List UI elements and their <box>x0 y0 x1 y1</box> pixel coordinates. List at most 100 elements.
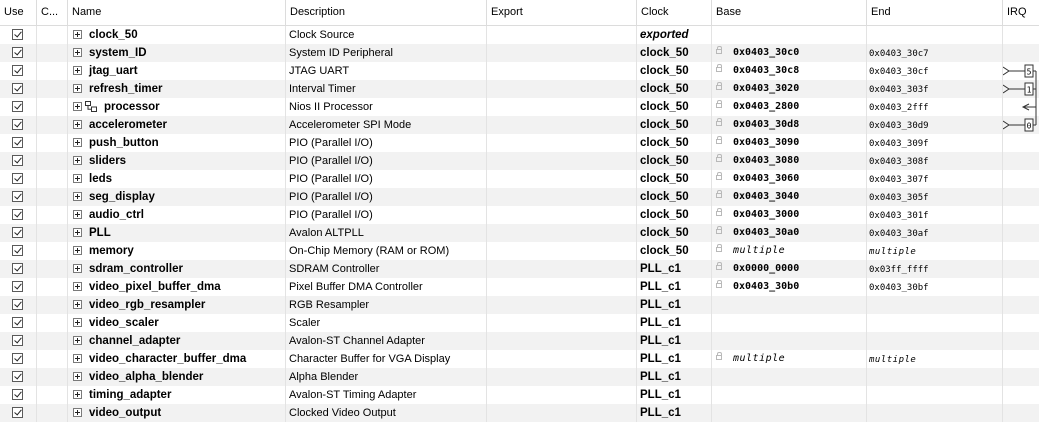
expand-plus-icon[interactable] <box>73 30 82 39</box>
base-cell[interactable]: 0x0403_3090 <box>712 134 867 152</box>
table-row[interactable]: push_button PIO (Parallel I/O) clock_50 0x0… <box>0 134 1039 152</box>
expand-plus-icon[interactable] <box>73 408 82 417</box>
expand-plus-icon[interactable] <box>73 120 82 129</box>
lock-icon[interactable] <box>716 190 722 198</box>
base-cell[interactable]: 0x0403_3000 <box>712 206 867 224</box>
table-row[interactable]: leds PIO (Parallel I/O) clock_50 0x0403_306… <box>0 170 1039 188</box>
export-cell[interactable] <box>487 152 637 170</box>
clock-cell[interactable]: PLL_c1 <box>637 260 712 278</box>
column-header-export[interactable]: Export <box>487 0 637 25</box>
irq-cell[interactable]: 1 <box>1003 80 1039 98</box>
export-cell[interactable] <box>487 80 637 98</box>
table-row[interactable]: video_character_buffer_dma Character Buff… <box>0 350 1039 368</box>
expand-plus-icon[interactable] <box>73 174 82 183</box>
use-checkbox[interactable] <box>12 299 23 310</box>
clock-cell[interactable]: clock_50 <box>637 116 712 134</box>
table-row[interactable]: video_scaler Scaler PLL_c1 <box>0 314 1039 332</box>
lock-icon[interactable] <box>716 82 722 90</box>
connections-cell[interactable] <box>37 98 68 116</box>
base-cell[interactable]: 0x0403_30c0 <box>712 44 867 62</box>
base-cell[interactable] <box>712 386 867 404</box>
irq-cell[interactable] <box>1003 206 1039 224</box>
clock-cell[interactable]: clock_50 <box>637 242 712 260</box>
use-checkbox[interactable] <box>12 155 23 166</box>
clock-cell[interactable]: PLL_c1 <box>637 386 712 404</box>
export-cell[interactable] <box>487 26 637 44</box>
export-cell[interactable] <box>487 62 637 80</box>
irq-cell[interactable] <box>1003 134 1039 152</box>
expand-plus-icon[interactable] <box>73 246 82 255</box>
irq-cell[interactable]: 0 <box>1003 116 1039 134</box>
expand-plus-icon[interactable] <box>73 336 82 345</box>
export-cell[interactable] <box>487 134 637 152</box>
column-header-use[interactable]: Use <box>0 0 37 25</box>
column-header-description[interactable]: Description <box>286 0 487 25</box>
lock-icon[interactable] <box>716 64 722 72</box>
connections-cell[interactable] <box>37 404 68 422</box>
use-checkbox[interactable] <box>12 191 23 202</box>
export-cell[interactable] <box>487 98 637 116</box>
use-checkbox[interactable] <box>12 137 23 148</box>
irq-cell[interactable] <box>1003 278 1039 296</box>
table-row[interactable]: seg_display PIO (Parallel I/O) clock_50 0x0… <box>0 188 1039 206</box>
table-row[interactable]: audio_ctrl PIO (Parallel I/O) clock_50 0x04… <box>0 206 1039 224</box>
expand-plus-icon[interactable] <box>73 300 82 309</box>
use-checkbox[interactable] <box>12 47 23 58</box>
column-header-clock[interactable]: Clock <box>637 0 712 25</box>
expand-plus-icon[interactable] <box>73 318 82 327</box>
table-row[interactable]: video_alpha_blender Alpha Blender PLL_c1 <box>0 368 1039 386</box>
use-checkbox[interactable] <box>12 245 23 256</box>
lock-icon[interactable] <box>716 136 722 144</box>
use-checkbox[interactable] <box>12 209 23 220</box>
connections-cell[interactable] <box>37 170 68 188</box>
use-checkbox[interactable] <box>12 335 23 346</box>
export-cell[interactable] <box>487 242 637 260</box>
export-cell[interactable] <box>487 44 637 62</box>
connections-cell[interactable] <box>37 44 68 62</box>
irq-cell[interactable] <box>1003 170 1039 188</box>
lock-icon[interactable] <box>716 226 722 234</box>
connections-cell[interactable] <box>37 314 68 332</box>
base-cell[interactable] <box>712 332 867 350</box>
table-row[interactable]: refresh_timer Interval Timer clock_50 0x040… <box>0 80 1039 98</box>
table-row[interactable]: PLL Avalon ALTPLL clock_50 0x0403_30a0 0x040… <box>0 224 1039 242</box>
clock-cell[interactable]: PLL_c1 <box>637 368 712 386</box>
table-row[interactable]: channel_adapter Avalon-ST Channel Adapter… <box>0 332 1039 350</box>
expand-plus-icon[interactable] <box>73 210 82 219</box>
expand-plus-icon[interactable] <box>73 282 82 291</box>
connections-cell[interactable] <box>37 332 68 350</box>
table-row[interactable]: video_output Clocked Video Output PLL_c1 <box>0 404 1039 422</box>
irq-cell[interactable] <box>1003 368 1039 386</box>
clock-cell[interactable]: clock_50 <box>637 224 712 242</box>
base-cell[interactable]: 0x0403_3020 <box>712 80 867 98</box>
base-cell[interactable]: 0x0403_30c8 <box>712 62 867 80</box>
use-checkbox[interactable] <box>12 65 23 76</box>
connections-cell[interactable] <box>37 26 68 44</box>
base-cell[interactable]: multiple <box>712 350 867 368</box>
connections-cell[interactable] <box>37 386 68 404</box>
expand-plus-icon[interactable] <box>73 372 82 381</box>
table-row[interactable]: sliders PIO (Parallel I/O) clock_50 0x0403_… <box>0 152 1039 170</box>
table-row[interactable]: accelerometer Accelerometer SPI Mode clock… <box>0 116 1039 134</box>
base-cell[interactable]: 0x0403_30a0 <box>712 224 867 242</box>
lock-icon[interactable] <box>716 172 722 180</box>
use-checkbox[interactable] <box>12 263 23 274</box>
clock-cell[interactable]: clock_50 <box>637 80 712 98</box>
export-cell[interactable] <box>487 188 637 206</box>
expand-plus-icon[interactable] <box>73 48 82 57</box>
export-cell[interactable] <box>487 296 637 314</box>
connections-cell[interactable] <box>37 224 68 242</box>
export-cell[interactable] <box>487 278 637 296</box>
irq-cell[interactable] <box>1003 188 1039 206</box>
expand-plus-icon[interactable] <box>73 156 82 165</box>
irq-cell[interactable] <box>1003 404 1039 422</box>
irq-cell[interactable] <box>1003 98 1039 116</box>
column-header-irq[interactable]: IRQ <box>1003 0 1039 25</box>
base-cell[interactable]: 0x0403_3080 <box>712 152 867 170</box>
irq-cell[interactable] <box>1003 350 1039 368</box>
export-cell[interactable] <box>487 332 637 350</box>
lock-icon[interactable] <box>716 118 722 126</box>
irq-cell[interactable] <box>1003 332 1039 350</box>
base-cell[interactable] <box>712 368 867 386</box>
clock-cell[interactable]: PLL_c1 <box>637 296 712 314</box>
